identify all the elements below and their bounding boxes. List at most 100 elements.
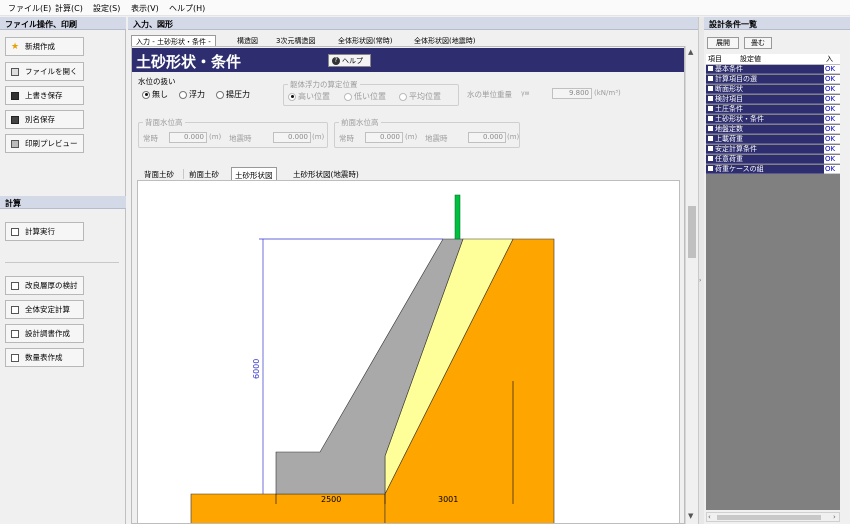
conditions-tree: 基本条件 OK 計算項目の選 OK 断面形状 OK 検討項目 OK 土圧条件 OK 土砂形… bbox=[706, 65, 840, 510]
quantity-table-label: 数量表作成 bbox=[25, 353, 63, 362]
front-normal-field[interactable]: 0.000 bbox=[365, 132, 403, 143]
scroll-up-icon[interactable]: ▲ bbox=[688, 48, 693, 56]
back-quake-field[interactable]: 0.000 bbox=[273, 132, 311, 143]
menu-file[interactable]: ファイル(E) bbox=[8, 3, 51, 14]
buoyancy-low-label: 低い位置 bbox=[354, 92, 386, 101]
water-uplift-radio[interactable]: 揚圧力 bbox=[216, 89, 250, 100]
water-none-radio[interactable]: 無し bbox=[142, 89, 168, 100]
tree-row[interactable]: 任意荷重 OK bbox=[706, 155, 840, 164]
front-quake-unit: (m) bbox=[507, 133, 520, 141]
new-button-label: 新規作成 bbox=[25, 42, 55, 51]
menu-help[interactable]: ヘルプ(H) bbox=[169, 3, 205, 14]
subtab-soil-shape-quake[interactable]: 土砂形状図(地震時) bbox=[290, 167, 362, 180]
menu-view[interactable]: 表示(V) bbox=[131, 3, 159, 14]
buoyancy-avg-label: 平均位置 bbox=[409, 92, 441, 101]
tree-item-label: 土圧条件 bbox=[715, 105, 743, 113]
guard-pole bbox=[454, 194, 461, 240]
tree-row[interactable]: 計算項目の選 OK bbox=[706, 75, 840, 84]
print-preview-button[interactable]: 印刷プレビュー bbox=[5, 134, 84, 153]
tree-row[interactable]: 地盤定数 OK bbox=[706, 125, 840, 134]
design-report-button[interactable]: 設計調書作成 bbox=[5, 324, 84, 343]
buoyancy-avg-radio[interactable]: 平均位置 bbox=[399, 91, 441, 102]
save-button[interactable]: 上書き保存 bbox=[5, 86, 84, 105]
document-icon bbox=[11, 227, 19, 236]
back-quake-label: 地震時 bbox=[229, 134, 252, 143]
tree-row[interactable]: 土圧条件 OK bbox=[706, 105, 840, 114]
tree-row[interactable]: 上載荷重 OK bbox=[706, 135, 840, 144]
tree-item-status: OK bbox=[824, 155, 840, 164]
divider bbox=[5, 262, 119, 263]
tree-row[interactable]: 荷重ケースの組 OK bbox=[706, 165, 840, 174]
save-as-button-label: 別名保存 bbox=[25, 115, 55, 124]
tree-item-label: 任意荷重 bbox=[715, 155, 743, 163]
tree-row[interactable]: 検討項目 OK bbox=[706, 95, 840, 104]
water-buoyancy-radio[interactable]: 浮力 bbox=[179, 89, 205, 100]
unit-weight-field[interactable]: 9.800 bbox=[552, 88, 592, 99]
subtab-divider bbox=[183, 169, 184, 179]
back-normal-field[interactable]: 0.000 bbox=[169, 132, 207, 143]
quantity-table-button[interactable]: 数量表作成 bbox=[5, 348, 84, 367]
water-buoyancy-label: 浮力 bbox=[189, 90, 205, 99]
hscroll-thumb[interactable] bbox=[717, 515, 821, 520]
scroll-thumb[interactable] bbox=[688, 206, 696, 258]
tree-row[interactable]: 基本条件 OK bbox=[706, 65, 840, 74]
tree-item-status: OK bbox=[824, 105, 840, 114]
buoyancy-high-radio[interactable]: 高い位置 bbox=[288, 91, 330, 102]
chevron-right-icon[interactable]: › bbox=[699, 277, 701, 284]
tree-hscrollbar[interactable]: ‹ › bbox=[706, 512, 840, 522]
tree-item-status: OK bbox=[824, 165, 840, 174]
subtab-front-soil[interactable]: 前面土砂 bbox=[186, 167, 222, 180]
front-quake-field[interactable]: 0.000 bbox=[468, 132, 506, 143]
new-button[interactable]: ★ 新規作成 bbox=[5, 37, 84, 56]
expand-icon bbox=[708, 105, 713, 111]
document-icon bbox=[11, 281, 19, 290]
subtab-back-soil[interactable]: 背面土砂 bbox=[141, 167, 177, 180]
scroll-right-icon[interactable]: › bbox=[833, 513, 836, 521]
scroll-left-icon[interactable]: ‹ bbox=[708, 513, 711, 521]
tree-row[interactable]: 土砂形状・条件 OK bbox=[706, 115, 840, 124]
collapse-button[interactable]: 畳む bbox=[744, 37, 772, 49]
radio-icon bbox=[179, 90, 187, 99]
expand-button[interactable]: 展開 bbox=[707, 37, 739, 49]
tree-row[interactable]: 断面形状 OK bbox=[706, 85, 840, 94]
open-file-icon bbox=[11, 67, 19, 76]
tree-item-label: 安定計算条件 bbox=[715, 145, 757, 153]
document-icon bbox=[11, 329, 19, 338]
scroll-down-icon[interactable]: ▼ bbox=[688, 512, 693, 520]
buoyancy-low-radio[interactable]: 低い位置 bbox=[344, 91, 386, 102]
open-button[interactable]: ファイルを開く bbox=[5, 62, 84, 81]
content-scrollbar[interactable]: ▲ ▼ bbox=[685, 46, 697, 524]
expand-icon bbox=[708, 145, 713, 151]
subtab-soil-shape[interactable]: 土砂形状図 bbox=[231, 167, 277, 180]
document-icon bbox=[11, 305, 19, 314]
tree-item-label: 荷重ケースの組 bbox=[715, 165, 764, 173]
back-normal-label: 常時 bbox=[143, 134, 158, 143]
menu-calc[interactable]: 計算(C) bbox=[55, 3, 83, 14]
improvement-check-label: 改良層厚の検討 bbox=[25, 281, 78, 290]
buoyancy-legend: 躯体浮力の算定位置 bbox=[288, 79, 360, 90]
radio-icon bbox=[142, 90, 150, 99]
help-button[interactable]: ? ヘルプ bbox=[328, 54, 371, 67]
overall-stability-button[interactable]: 全体安定計算 bbox=[5, 300, 84, 319]
water-none-label: 無し bbox=[152, 90, 168, 99]
tree-row[interactable]: 安定計算条件 OK bbox=[706, 145, 840, 154]
conditions-title: 設計条件一覧 bbox=[704, 17, 850, 30]
expand-icon bbox=[708, 95, 713, 101]
menu-bar: ファイル(E) 計算(C) 設定(S) 表示(V) ヘルプ(H) bbox=[0, 0, 850, 16]
water-uplift-label: 揚圧力 bbox=[226, 90, 250, 99]
improvement-check-button[interactable]: 改良層厚の検討 bbox=[5, 276, 84, 295]
front-normal-unit: (m) bbox=[405, 133, 418, 141]
heading-bar: 土砂形状・条件 ? ヘルプ bbox=[132, 48, 684, 72]
front-quake-label: 地震時 bbox=[425, 134, 448, 143]
water-group: 水位の扱い 無し 浮力 揚圧力 bbox=[138, 77, 276, 106]
panel-splitter[interactable]: › bbox=[698, 17, 704, 524]
save-as-button[interactable]: 別名保存 bbox=[5, 110, 84, 129]
tree-item-status: OK bbox=[824, 95, 840, 104]
front-normal-label: 常時 bbox=[339, 134, 354, 143]
design-report-label: 設計調書作成 bbox=[25, 329, 70, 338]
run-calc-button[interactable]: 計算実行 bbox=[5, 222, 84, 241]
base-dim-label: 2500 bbox=[321, 495, 341, 504]
expand-icon bbox=[708, 165, 713, 171]
radio-icon bbox=[344, 92, 352, 101]
menu-settings[interactable]: 設定(S) bbox=[93, 3, 120, 14]
